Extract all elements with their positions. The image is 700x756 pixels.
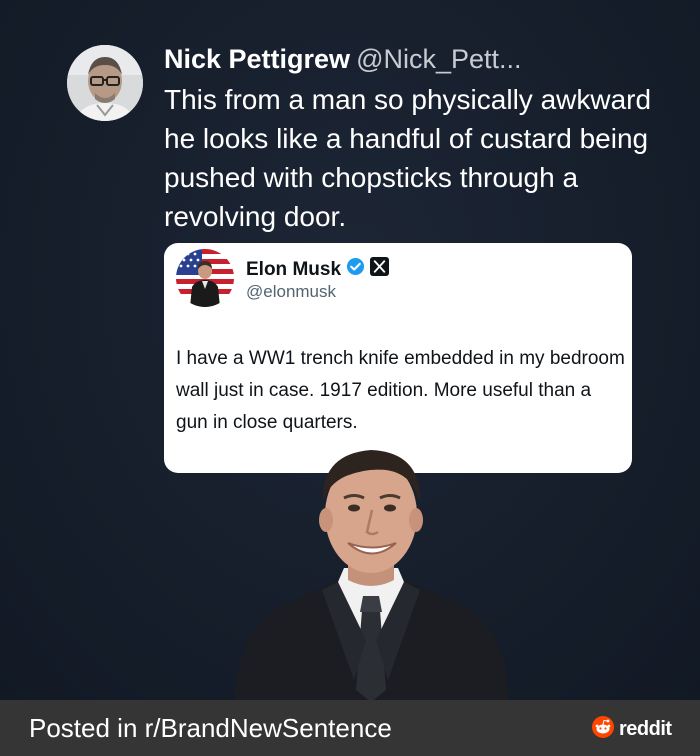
quoted-author-handle[interactable]: @elonmusk	[246, 282, 336, 302]
elon-musk-avatar[interactable]	[176, 249, 234, 307]
author-name[interactable]: Nick Pettigrew	[164, 44, 350, 74]
posted-in-label: Posted in r/BrandNewSentence	[29, 713, 392, 744]
subreddit-link[interactable]: BrandNewSentence	[161, 713, 392, 743]
posted-in-prefix: Posted in r/	[29, 713, 161, 743]
reddit-wordmark: reddit	[619, 718, 672, 740]
nick-pettigrew-avatar[interactable]	[67, 45, 143, 121]
quoted-tweet-text: I have a WW1 trench knife embedded in my…	[176, 348, 625, 433]
quoted-author-name[interactable]: Elon Musk	[246, 259, 341, 281]
verified-badge-icon	[346, 257, 365, 282]
x-logo-icon	[370, 257, 390, 282]
reddit-logo[interactable]: reddit	[591, 715, 672, 744]
post-image: Nick Pettigrew @Nick_Pett... This from a …	[0, 0, 700, 702]
reddit-alien-icon	[591, 715, 615, 744]
elon-musk-photo	[226, 440, 516, 702]
tweet-author: Nick Pettigrew @Nick_Pett...	[164, 44, 522, 75]
quoted-author-row: Elon Musk	[246, 257, 390, 282]
quoted-tweet-card[interactable]: Elon Musk @elonmusk I have a WW1 trench …	[164, 243, 632, 473]
author-handle[interactable]: @Nick_Pett...	[356, 44, 521, 74]
tweet-text: This from a man so physically awkward he…	[164, 84, 652, 232]
